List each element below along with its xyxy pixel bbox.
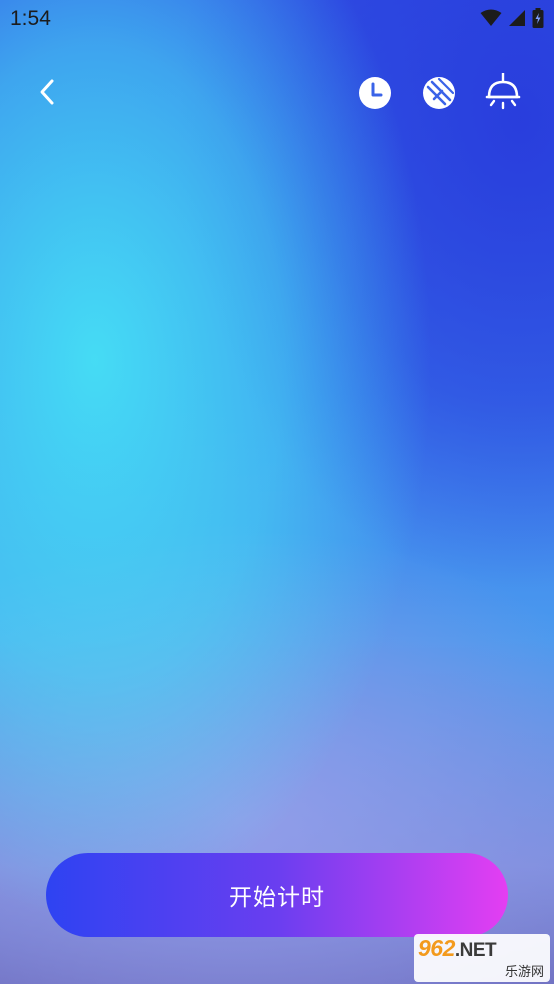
timer-button[interactable] bbox=[356, 76, 394, 114]
status-time: 1:54 bbox=[10, 7, 51, 30]
clock-icon bbox=[358, 76, 392, 114]
status-bar: 1:54 bbox=[0, 0, 554, 38]
watermark-brand: 962.NET bbox=[418, 935, 497, 962]
watermark-logo: 962.NET 乐游网 bbox=[414, 934, 550, 982]
status-icons bbox=[480, 8, 544, 28]
cellular-signal-icon bbox=[508, 9, 526, 27]
pattern-toggle-icon bbox=[422, 76, 456, 114]
top-action-bar bbox=[0, 68, 554, 122]
ceiling-lamp-icon bbox=[485, 71, 521, 117]
back-button[interactable] bbox=[28, 74, 68, 114]
battery-icon bbox=[532, 8, 544, 28]
start-timer-button[interactable]: 开始计时 bbox=[46, 853, 508, 937]
watermark-site-name: 乐游网 bbox=[504, 965, 544, 980]
watermark-number: 962 bbox=[418, 935, 455, 961]
pattern-toggle-button[interactable] bbox=[420, 76, 458, 114]
watermark-suffix: .NET bbox=[454, 940, 497, 961]
chevron-left-icon bbox=[38, 78, 58, 110]
wifi-icon bbox=[480, 9, 502, 27]
lamp-button[interactable] bbox=[484, 71, 522, 117]
